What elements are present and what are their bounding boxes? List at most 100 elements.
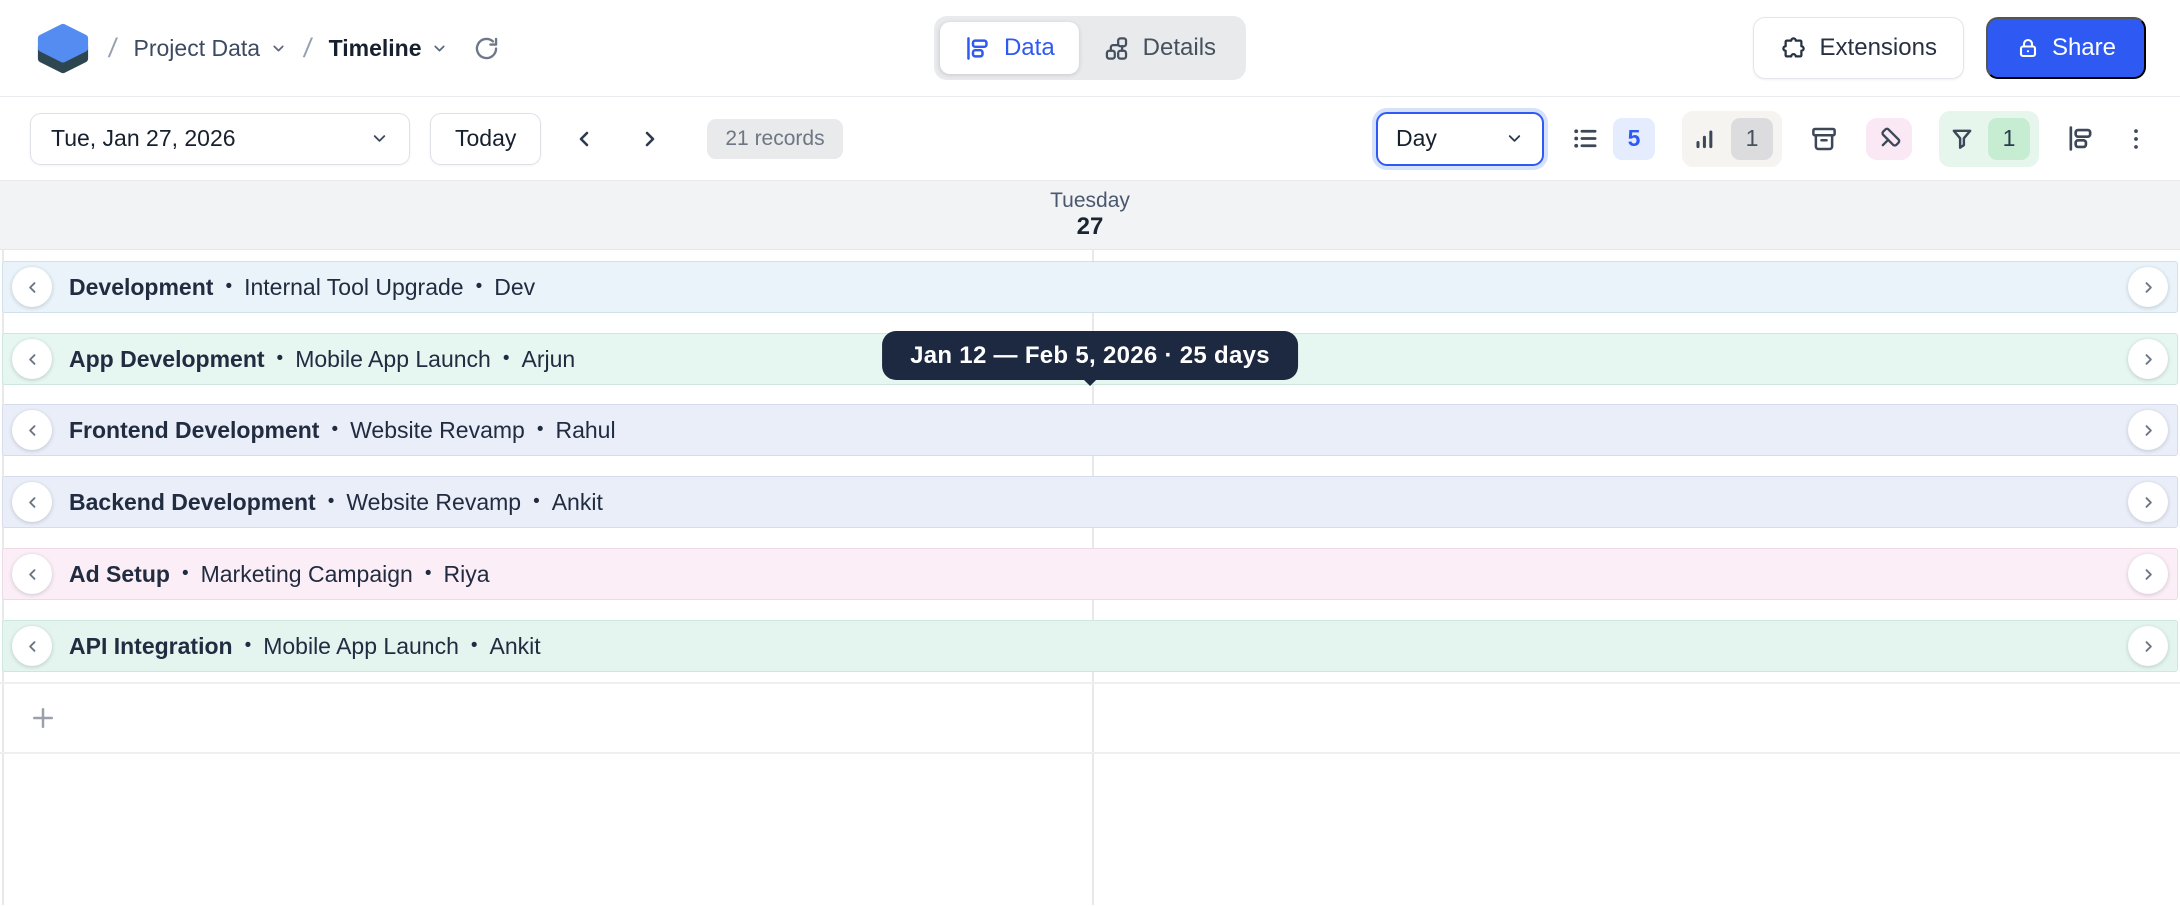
chevron-right-icon bbox=[2139, 350, 2158, 369]
data-details-toggle: Data Details bbox=[934, 16, 1246, 80]
chevron-left-icon bbox=[23, 637, 42, 656]
task-project: Mobile App Launch bbox=[263, 633, 459, 660]
task-title: App Development bbox=[69, 346, 265, 373]
scroll-to-end-button[interactable] bbox=[2128, 482, 2168, 522]
scroll-to-start-button[interactable] bbox=[12, 626, 52, 666]
more-options-icon[interactable] bbox=[2122, 125, 2150, 153]
statistics-button[interactable]: 1 bbox=[1682, 111, 1782, 167]
chevron-right-icon bbox=[638, 127, 662, 151]
scroll-to-end-button[interactable] bbox=[2128, 267, 2168, 307]
breadcrumb: / Project Data / Timeline bbox=[34, 20, 500, 76]
bullet-separator: • bbox=[503, 348, 510, 370]
filter-count-badge: 1 bbox=[1988, 118, 2030, 160]
task-project: Internal Tool Upgrade bbox=[244, 274, 464, 301]
scroll-to-end-button[interactable] bbox=[2128, 410, 2168, 450]
chevron-left-icon bbox=[23, 278, 42, 297]
top-actions: Extensions Share bbox=[1753, 17, 2146, 79]
chevron-left-icon bbox=[572, 127, 596, 151]
task-owner: Dev bbox=[494, 274, 535, 301]
prev-day-button[interactable] bbox=[561, 116, 607, 162]
bullet-separator: • bbox=[225, 276, 232, 298]
archive-icon[interactable] bbox=[1809, 124, 1839, 154]
breadcrumb-separator: / bbox=[107, 33, 119, 64]
view-name-label: Timeline bbox=[329, 35, 422, 62]
statistics-count-badge: 1 bbox=[1731, 118, 1773, 160]
timeline-toolbar: Tue, Jan 27, 2026 Today 21 records Day 5… bbox=[0, 97, 2180, 181]
date-range-text: Jan 12 — Feb 5, 2026 · 25 days bbox=[910, 342, 1270, 370]
plus-icon[interactable] bbox=[28, 703, 58, 733]
task-project: Marketing Campaign bbox=[201, 561, 413, 588]
timeline-bar[interactable]: Development • Internal Tool Upgrade • De… bbox=[2, 261, 2178, 313]
top-bar: / Project Data / Timeline Data Details E… bbox=[0, 0, 2180, 97]
paint-roller-icon bbox=[1875, 125, 1903, 153]
chevron-left-icon bbox=[23, 350, 42, 369]
breadcrumb-base[interactable]: Project Data bbox=[134, 35, 288, 62]
toolbar-left: Tue, Jan 27, 2026 Today 21 records bbox=[30, 113, 843, 165]
base-name-label: Project Data bbox=[134, 35, 261, 62]
chevron-down-icon bbox=[270, 40, 287, 57]
task-owner: Rahul bbox=[555, 417, 615, 444]
chevron-left-icon bbox=[23, 565, 42, 584]
chevron-down-icon bbox=[431, 40, 448, 57]
time-unit-select[interactable]: Day bbox=[1376, 112, 1544, 166]
timeline-bar[interactable]: Ad Setup • Marketing Campaign • Riya bbox=[2, 548, 2178, 600]
bullet-separator: • bbox=[277, 348, 284, 370]
tab-details[interactable]: Details bbox=[1079, 22, 1240, 74]
bar-label: Frontend Development • Website Revamp • … bbox=[69, 417, 616, 444]
refresh-icon[interactable] bbox=[473, 35, 500, 62]
bar-label: Development • Internal Tool Upgrade • De… bbox=[69, 274, 535, 301]
scroll-to-start-button[interactable] bbox=[12, 410, 52, 450]
scroll-to-end-button[interactable] bbox=[2128, 339, 2168, 379]
fields-config-button[interactable]: 5 bbox=[1571, 118, 1655, 160]
timeline-bar[interactable]: Backend Development • Website Revamp • A… bbox=[2, 476, 2178, 528]
field-list-icon bbox=[1571, 124, 1600, 153]
timeline-body: Development • Internal Tool Upgrade • De… bbox=[0, 250, 2180, 905]
day-number-label: 27 bbox=[1077, 213, 1104, 242]
scroll-to-start-button[interactable] bbox=[12, 267, 52, 307]
hierarchy-icon bbox=[1103, 35, 1130, 62]
tab-details-label: Details bbox=[1143, 34, 1216, 62]
timeline-bar[interactable]: API Integration • Mobile App Launch • An… bbox=[2, 620, 2178, 672]
lock-icon bbox=[2016, 36, 2040, 60]
task-title: Backend Development bbox=[69, 489, 316, 516]
breadcrumb-view[interactable]: Timeline bbox=[329, 35, 449, 62]
bullet-separator: • bbox=[471, 635, 478, 657]
bullet-separator: • bbox=[533, 491, 540, 513]
color-config-button[interactable] bbox=[1866, 118, 1912, 160]
today-button[interactable]: Today bbox=[430, 113, 541, 165]
scroll-to-end-button[interactable] bbox=[2128, 626, 2168, 666]
task-owner: Arjun bbox=[522, 346, 576, 373]
task-project: Mobile App Launch bbox=[295, 346, 491, 373]
scroll-to-start-button[interactable] bbox=[12, 339, 52, 379]
date-range-tooltip: Jan 12 — Feb 5, 2026 · 25 days bbox=[882, 331, 1298, 380]
share-button[interactable]: Share bbox=[1986, 17, 2146, 79]
timeline-bar[interactable]: Frontend Development • Website Revamp • … bbox=[2, 404, 2178, 456]
next-day-button[interactable] bbox=[627, 116, 673, 162]
group-icon[interactable] bbox=[2066, 124, 2095, 153]
scroll-to-end-button[interactable] bbox=[2128, 554, 2168, 594]
chevron-right-icon bbox=[2139, 278, 2158, 297]
bullet-separator: • bbox=[425, 563, 432, 585]
date-select-value: Tue, Jan 27, 2026 bbox=[51, 125, 236, 152]
bullet-separator: • bbox=[476, 276, 483, 298]
chevron-left-icon bbox=[23, 493, 42, 512]
task-project: Website Revamp bbox=[346, 489, 521, 516]
gantt-icon bbox=[964, 35, 991, 62]
tab-data-label: Data bbox=[1004, 34, 1055, 62]
scroll-to-start-button[interactable] bbox=[12, 482, 52, 522]
fields-count-badge: 5 bbox=[1613, 118, 1655, 160]
chevron-left-icon bbox=[23, 421, 42, 440]
filter-button[interactable]: 1 bbox=[1939, 111, 2039, 167]
extensions-button[interactable]: Extensions bbox=[1753, 17, 1964, 79]
app-logo-icon[interactable] bbox=[34, 20, 92, 76]
task-title: Frontend Development bbox=[69, 417, 319, 444]
time-unit-value: Day bbox=[1396, 125, 1437, 152]
extensions-label: Extensions bbox=[1820, 34, 1937, 62]
scroll-to-start-button[interactable] bbox=[12, 554, 52, 594]
add-record-row[interactable] bbox=[0, 682, 2180, 754]
date-select[interactable]: Tue, Jan 27, 2026 bbox=[30, 113, 410, 165]
tab-data[interactable]: Data bbox=[940, 22, 1079, 74]
breadcrumb-separator: / bbox=[302, 33, 314, 64]
bullet-separator: • bbox=[537, 419, 544, 441]
bar-label: API Integration • Mobile App Launch • An… bbox=[69, 633, 541, 660]
